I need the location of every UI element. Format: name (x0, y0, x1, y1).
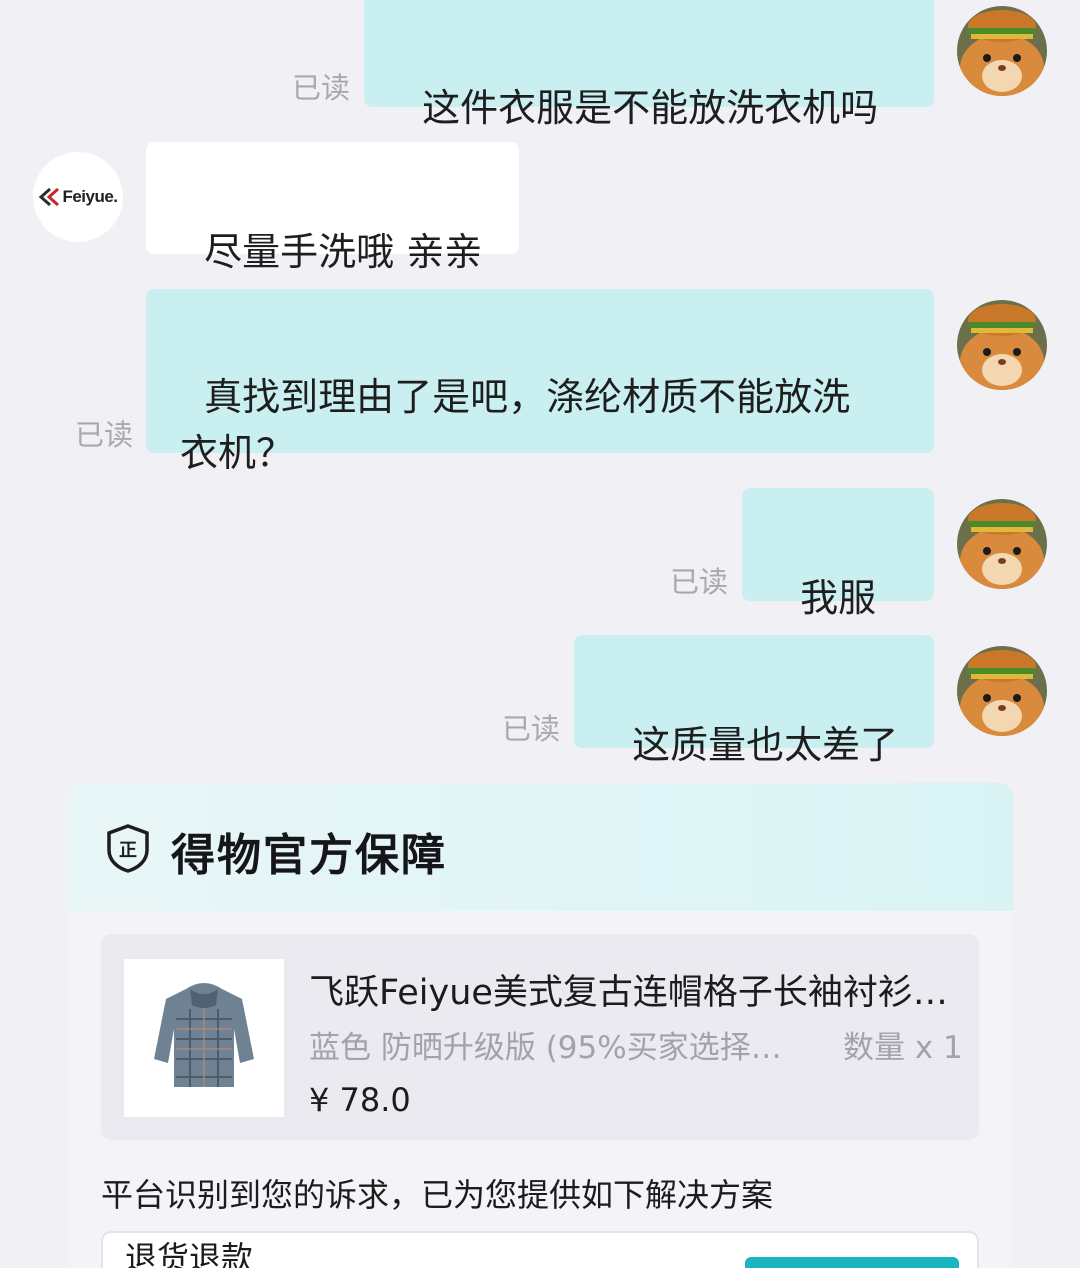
feiyue-chevron-icon (39, 188, 60, 206)
message-text: 这件衣服是不能放洗衣机吗 (422, 86, 879, 130)
user-avatar[interactable] (957, 646, 1047, 736)
resolution-option-button[interactable] (745, 1257, 959, 1268)
read-status: 已读 (502, 712, 561, 746)
read-status: 已读 (75, 418, 134, 452)
resolution-option[interactable]: 退货退款 (101, 1231, 979, 1268)
user-avatar[interactable] (957, 6, 1047, 96)
seller-avatar[interactable]: Feiyue. (33, 152, 123, 242)
guarantee-card[interactable]: 正 得物官方保障 飞跃Feiyue美式复古连帽格子长袖衬衫外套 蓝色 防晒升级版… (67, 783, 1013, 1268)
my-message-bubble[interactable]: 这件衣服是不能放洗衣机吗 (364, 0, 934, 130)
shield-icon: 正 (107, 824, 149, 873)
shield-char: 正 (119, 840, 137, 861)
guarantee-card-header: 正 得物官方保障 (67, 783, 1013, 911)
product-summary[interactable]: 飞跃Feiyue美式复古连帽格子长袖衬衫外套 蓝色 防晒升级版 (95%买家选择… (101, 934, 979, 1140)
product-spec: 蓝色 防晒升级版 (95%买家选择了此款) (309, 1030, 809, 1066)
resolution-notice: 平台识别到您的诉求，已为您提供如下解决方案 (101, 1176, 774, 1214)
seller-logo-text: Feiyue. (62, 187, 118, 206)
jacket-image-icon (154, 983, 254, 1087)
message-text: 这质量也太差了 (632, 723, 899, 767)
message-text: 尽量手洗哦 亲亲 (204, 230, 483, 274)
my-message-bubble[interactable]: 真找到理由了是吧，涤纶材质不能放洗 衣机？ (146, 289, 934, 475)
user-avatar[interactable] (957, 300, 1047, 390)
my-message-bubble[interactable]: 我服了 (742, 488, 934, 676)
guarantee-card-title: 得物官方保障 (171, 830, 447, 881)
product-image[interactable] (124, 959, 284, 1117)
hamster-avatar-icon (957, 499, 1047, 589)
hamster-avatar-icon (957, 646, 1047, 736)
product-price: ¥ 78.0 (309, 1081, 411, 1119)
my-message-bubble[interactable]: 这质量也太差了 (574, 635, 934, 767)
user-avatar[interactable] (957, 499, 1047, 589)
read-status: 已读 (670, 565, 729, 599)
hamster-avatar-icon (957, 300, 1047, 390)
feiyue-logo: Feiyue. (38, 187, 118, 207)
resolution-option-label: 退货退款 (125, 1239, 254, 1268)
product-name: 飞跃Feiyue美式复古连帽格子长袖衬衫外套 (309, 973, 959, 1013)
seller-message-bubble[interactable]: 尽量手洗哦 亲亲 (146, 142, 519, 274)
hamster-avatar-icon (957, 6, 1047, 96)
read-status: 已读 (292, 71, 351, 105)
message-text: 真找到理由了是吧，涤纶材质不能放洗 衣机？ (180, 375, 851, 475)
product-quantity: 数量 x 1 (843, 1030, 963, 1066)
